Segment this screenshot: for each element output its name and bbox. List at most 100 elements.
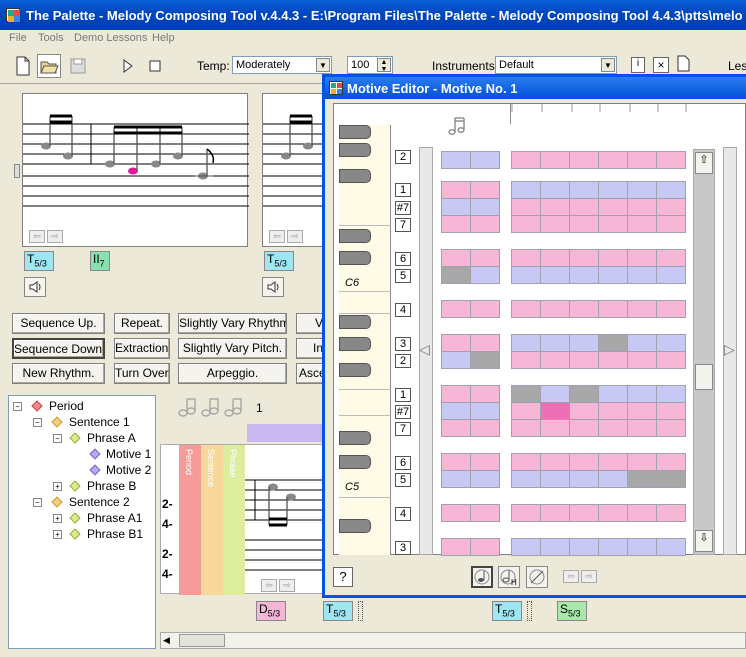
scroll-thumb[interactable]	[179, 634, 225, 647]
note-cell[interactable]	[627, 538, 657, 556]
note-cell[interactable]	[598, 351, 628, 369]
tree-item-period[interactable]: Period	[49, 399, 84, 413]
note-cell[interactable]	[598, 249, 628, 267]
bpm-stepper[interactable]: 100 ▲ ▼	[347, 56, 393, 74]
turn-over-button[interactable]: Turn Over.	[114, 363, 170, 384]
note-cell[interactable]	[540, 385, 570, 403]
note-cell[interactable]	[656, 249, 686, 267]
menu-file[interactable]: File	[9, 32, 27, 44]
note-cell[interactable]	[441, 215, 471, 233]
sequence-down-button[interactable]: Sequence Down.	[12, 338, 105, 359]
note-cell[interactable]	[511, 300, 541, 318]
tree-item-phrase-b[interactable]: Phrase B	[87, 479, 136, 493]
note-cell[interactable]	[511, 266, 541, 284]
chord-tag-t-3[interactable]: T5/3	[323, 601, 353, 621]
piano-black-key[interactable]	[339, 363, 371, 377]
note-cell[interactable]	[656, 181, 686, 199]
piano-black-key[interactable]	[339, 431, 371, 445]
note-cell[interactable]	[598, 385, 628, 403]
note-cell[interactable]	[569, 198, 599, 216]
note-cell[interactable]	[569, 470, 599, 488]
lower-score-panel[interactable]: 2- 4- 2- 4- Period Sentence Phrase ⇦ ⇨	[160, 444, 329, 595]
note-cell[interactable]	[569, 266, 599, 284]
phrase-column[interactable]: Phrase	[223, 445, 245, 595]
note-cell[interactable]	[511, 385, 541, 403]
instruments-select[interactable]: Default ▼	[495, 56, 617, 74]
note-cell[interactable]	[598, 538, 628, 556]
note-cell[interactable]	[656, 151, 686, 169]
note-cell[interactable]	[656, 198, 686, 216]
motive-bar[interactable]	[247, 424, 327, 442]
chord-tag-t-2[interactable]: T5/3	[264, 251, 294, 271]
arrow-left-icon[interactable]: ⇦	[29, 230, 45, 243]
note-cell[interactable]	[470, 351, 500, 369]
note-cell[interactable]	[569, 419, 599, 437]
horizontal-scrollbar[interactable]: ◀	[160, 632, 746, 649]
note-cell[interactable]	[470, 385, 500, 403]
sentence-column[interactable]: Sentence	[201, 445, 223, 595]
arrow-left-icon[interactable]: ◁	[419, 341, 430, 358]
note-cell[interactable]	[540, 151, 570, 169]
note-cell[interactable]	[441, 470, 471, 488]
scroll-handle[interactable]	[14, 164, 20, 178]
piano-black-key[interactable]	[339, 519, 371, 533]
note-cell[interactable]	[540, 215, 570, 233]
note-cell[interactable]	[656, 351, 686, 369]
arrow-left-icon[interactable]: ⇦	[261, 579, 277, 592]
note-cell[interactable]	[540, 470, 570, 488]
period-column[interactable]: Period	[179, 445, 201, 595]
note-cell[interactable]	[511, 453, 541, 471]
note-cell[interactable]	[656, 215, 686, 233]
piano-black-key[interactable]	[339, 455, 371, 469]
note-cell[interactable]	[569, 215, 599, 233]
chord-tag-t[interactable]: T5/3	[24, 251, 54, 271]
note-cell[interactable]	[569, 385, 599, 403]
info-icon[interactable]: i	[631, 57, 645, 73]
arrow-right-icon[interactable]: ⇨	[581, 570, 597, 583]
scroll-thumb[interactable]	[695, 364, 713, 390]
note-cell[interactable]	[656, 538, 686, 556]
document-icon[interactable]	[677, 55, 690, 72]
app-title-bar[interactable]: The Palette - Melody Composing Tool v.4.…	[0, 0, 746, 30]
note-cell[interactable]	[470, 266, 500, 284]
note-cell[interactable]	[656, 266, 686, 284]
note-cell[interactable]	[627, 419, 657, 437]
note-cell[interactable]	[511, 151, 541, 169]
note-cell[interactable]	[470, 249, 500, 267]
note-cell[interactable]	[441, 334, 471, 352]
note-cell-held[interactable]	[627, 470, 686, 488]
scroll-down-icon[interactable]: ⇩	[695, 530, 713, 552]
note-cell[interactable]	[598, 181, 628, 199]
arrow-right-icon[interactable]: ⇨	[47, 230, 63, 243]
note-cell[interactable]	[511, 419, 541, 437]
new-file-button[interactable]	[10, 54, 34, 78]
note-cell[interactable]	[540, 334, 570, 352]
piano-black-key[interactable]	[339, 125, 371, 139]
piano-black-key[interactable]	[339, 169, 371, 183]
note-cell[interactable]	[441, 385, 471, 403]
note-cell[interactable]	[470, 504, 500, 522]
arrow-right-icon[interactable]: ▷	[724, 341, 735, 358]
note-cell[interactable]	[656, 419, 686, 437]
note-cell[interactable]	[441, 402, 471, 420]
arrow-right-icon[interactable]: ⇨	[279, 579, 295, 592]
motive-editor-window[interactable]: Motive Editor - Motive No. 1 C6 C5 2 1 #…	[322, 74, 746, 598]
eighth-note-tool-button[interactable]	[471, 566, 493, 588]
right-page-scroll[interactable]: ▷	[723, 147, 737, 555]
score-panel-1[interactable]: ⇦ ⇨	[22, 93, 249, 247]
expand-icon[interactable]: +	[53, 514, 62, 523]
note-cell[interactable]	[569, 249, 599, 267]
note-cell[interactable]	[627, 300, 657, 318]
note-cell[interactable]	[656, 453, 686, 471]
piano-keyboard[interactable]: C6 C5	[339, 125, 391, 555]
note-cell[interactable]	[598, 151, 628, 169]
extraction-button[interactable]: Extraction.	[114, 338, 170, 359]
note-cell[interactable]	[470, 300, 500, 318]
pitch-vertical-scrollbar[interactable]: ⇧ ⇩	[693, 149, 715, 555]
save-button[interactable]	[66, 54, 90, 78]
tree-item-phrase-b1[interactable]: Phrase B1	[87, 527, 143, 541]
note-cell[interactable]	[441, 538, 471, 556]
scroll-left-icon[interactable]: ◀	[163, 635, 170, 646]
sequence-up-button[interactable]: Sequence Up.	[12, 313, 105, 334]
tree-item-phrase-a[interactable]: Phrase A	[87, 431, 136, 445]
